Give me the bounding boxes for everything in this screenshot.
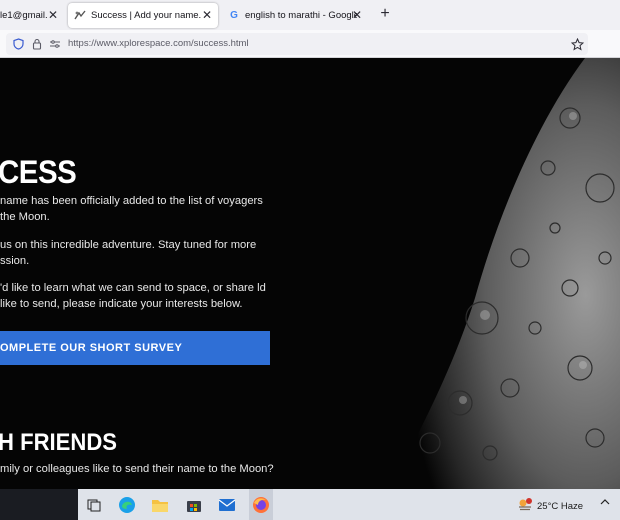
address-bar[interactable]: https://www.xplorespace.com/success.html <box>6 33 588 55</box>
mail-icon[interactable] <box>217 495 237 515</box>
edge-icon[interactable] <box>117 495 137 515</box>
new-tab-button[interactable]: + <box>377 6 393 22</box>
taskbar: 25°C Haze <box>0 489 620 520</box>
chevron-up-icon[interactable] <box>600 497 610 509</box>
taskbar-search-area[interactable] <box>0 489 78 520</box>
friends-message: mily or colleagues like to send their na… <box>0 463 274 475</box>
tab-label: english to marathi - Google Sea <box>245 10 357 21</box>
moon-image <box>390 58 620 489</box>
shield-icon[interactable] <box>11 37 25 51</box>
friends-heading: H FRIENDS <box>0 429 117 456</box>
xplore-icon <box>74 10 86 22</box>
file-explorer-icon[interactable] <box>150 495 170 515</box>
store-icon[interactable] <box>184 495 204 515</box>
weather-icon <box>517 498 533 515</box>
navigation-bar: https://www.xplorespace.com/success.html <box>0 30 620 58</box>
tab-gmail[interactable]: le1@gmail.co ✕ <box>0 3 64 28</box>
survey-button[interactable]: OMPLETE OUR SHORT SURVEY <box>0 331 270 365</box>
success-message: name has been officially added to the li… <box>0 195 263 223</box>
close-icon[interactable]: ✕ <box>200 8 214 22</box>
close-icon[interactable]: ✕ <box>350 8 364 22</box>
page-content: CESS name has been officially added to t… <box>0 58 620 489</box>
weather-widget[interactable]: 25°C Haze <box>517 498 583 515</box>
bookmark-star-icon[interactable] <box>570 37 584 51</box>
adventure-message: us on this incredible adventure. Stay tu… <box>0 239 257 267</box>
interests-message: 'd like to learn what we can send to spa… <box>0 282 266 310</box>
tab-label: Success | Add your name. Join <box>91 10 201 21</box>
tab-success[interactable]: Success | Add your name. Join ✕ <box>68 3 218 28</box>
tab-label: le1@gmail.co <box>0 10 48 21</box>
task-view-icon[interactable] <box>84 495 104 515</box>
tab-google[interactable]: G english to marathi - Google Sea ✕ <box>222 3 368 28</box>
lock-icon[interactable] <box>30 37 44 51</box>
url-text[interactable]: https://www.xplorespace.com/success.html <box>68 38 249 49</box>
page-title: CESS <box>0 154 77 190</box>
weather-text: 25°C Haze <box>537 501 584 512</box>
tab-strip: le1@gmail.co ✕ Success | Add your name. … <box>0 0 620 30</box>
close-icon[interactable]: ✕ <box>46 8 60 22</box>
permissions-icon[interactable] <box>48 37 62 51</box>
google-icon: G <box>230 10 238 21</box>
firefox-icon[interactable] <box>251 495 271 515</box>
